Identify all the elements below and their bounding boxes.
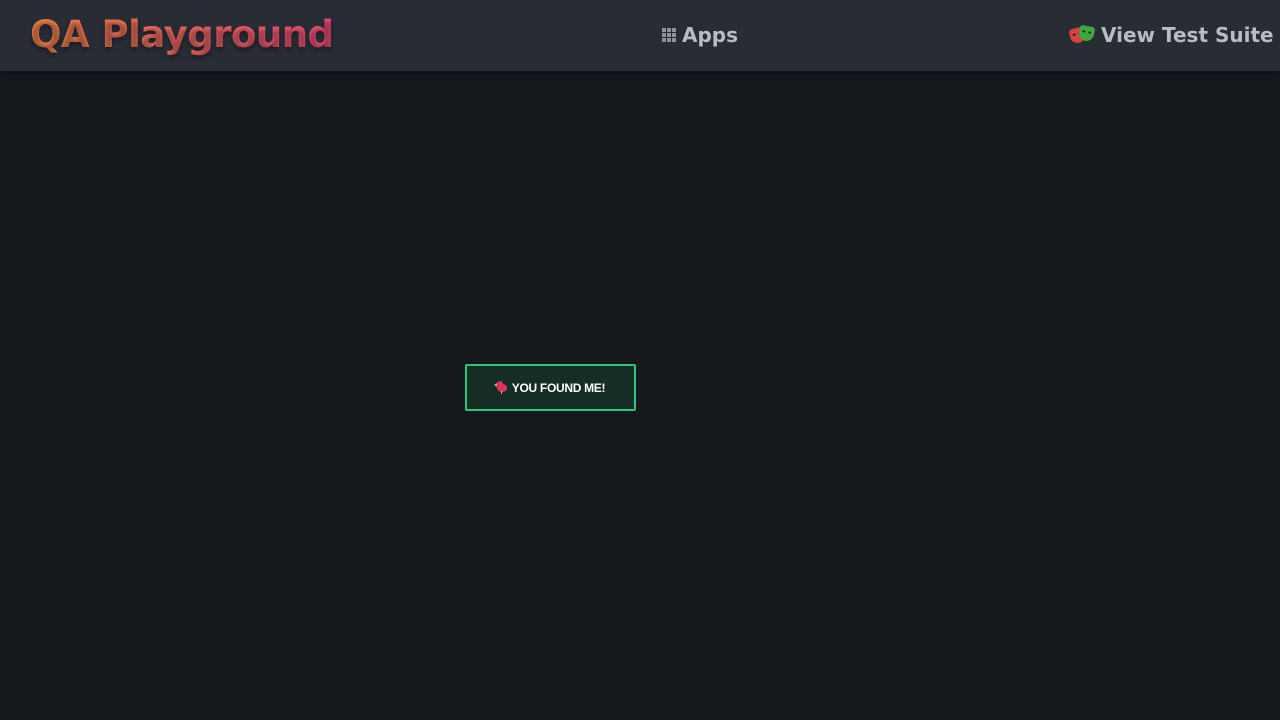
apps-grid-icon [662, 28, 676, 42]
brand-logo[interactable]: QA Playground [30, 12, 334, 58]
theater-masks-icon [1068, 24, 1096, 45]
view-test-suite-link[interactable]: View Test Suite [1068, 22, 1274, 48]
bird-icon [493, 381, 509, 394]
you-found-me-label: YOU FOUND ME! [511, 380, 606, 395]
view-test-suite-label: View Test Suite [1101, 23, 1274, 47]
you-found-me-button[interactable]: YOU FOUND ME! [465, 364, 636, 411]
apps-link-label: Apps [682, 23, 739, 47]
top-navbar: QA Playground Apps View Test Suite [0, 0, 1280, 71]
apps-link[interactable]: Apps [662, 22, 738, 48]
